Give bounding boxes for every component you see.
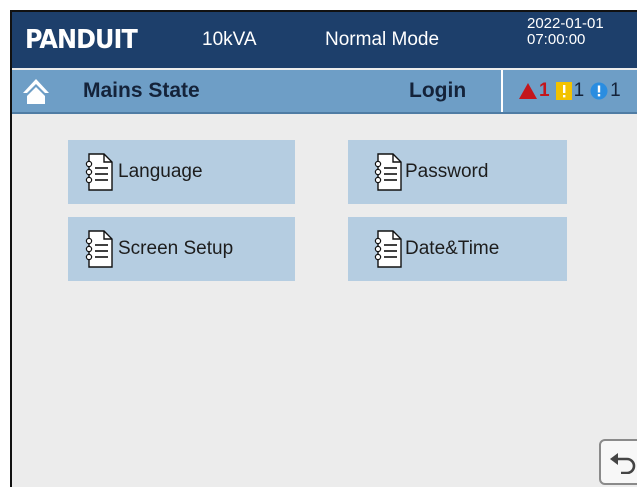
- warning-triangle-icon: [519, 83, 537, 99]
- time-label: 07:00:00: [527, 31, 586, 48]
- datetime-display: 2022-01-01 07:00:00: [527, 16, 604, 48]
- date-time-menu-button[interactable]: Date&Time: [348, 217, 567, 281]
- document-icon: [374, 230, 402, 268]
- exclamation-square-icon: [555, 82, 572, 100]
- document-icon: [85, 230, 113, 268]
- home-icon: [23, 79, 49, 104]
- date-label: 2022-01-01: [527, 15, 604, 32]
- date-time-label: Date&Time: [405, 238, 500, 259]
- system-state-label: Mains State: [83, 79, 200, 102]
- back-button[interactable]: [599, 439, 637, 485]
- password-label: Password: [405, 161, 489, 182]
- mode-label: Normal Mode: [325, 29, 440, 50]
- info-alarm-count: 1: [610, 80, 621, 101]
- capacity-label: 10kVA: [202, 29, 257, 50]
- alarm-summary[interactable]: 1 1 1: [501, 70, 637, 112]
- top-header: PANDUIT 10kVA Normal Mode 2022-01-01 07:…: [12, 12, 637, 68]
- home-button[interactable]: [12, 70, 60, 112]
- password-menu-button[interactable]: Password: [348, 140, 567, 204]
- login-button[interactable]: Login: [409, 79, 466, 103]
- brand-logo: PANDUIT: [25, 25, 138, 55]
- screen-frame: PANDUIT 10kVA Normal Mode 2022-01-01 07:…: [10, 10, 637, 487]
- back-arrow-icon: [610, 453, 636, 474]
- status-bar: Mains State Login 1 1 1: [12, 70, 637, 114]
- document-icon: [374, 153, 402, 191]
- warning-alarm-count: 1: [573, 80, 585, 101]
- document-icon: [85, 153, 113, 191]
- language-menu-button[interactable]: Language: [68, 140, 295, 204]
- screen-setup-label: Screen Setup: [118, 238, 234, 259]
- language-label: Language: [118, 161, 203, 182]
- critical-alarm-count: 1: [539, 80, 550, 101]
- screen-setup-menu-button[interactable]: Screen Setup: [68, 217, 295, 281]
- info-circle-icon: [590, 82, 608, 100]
